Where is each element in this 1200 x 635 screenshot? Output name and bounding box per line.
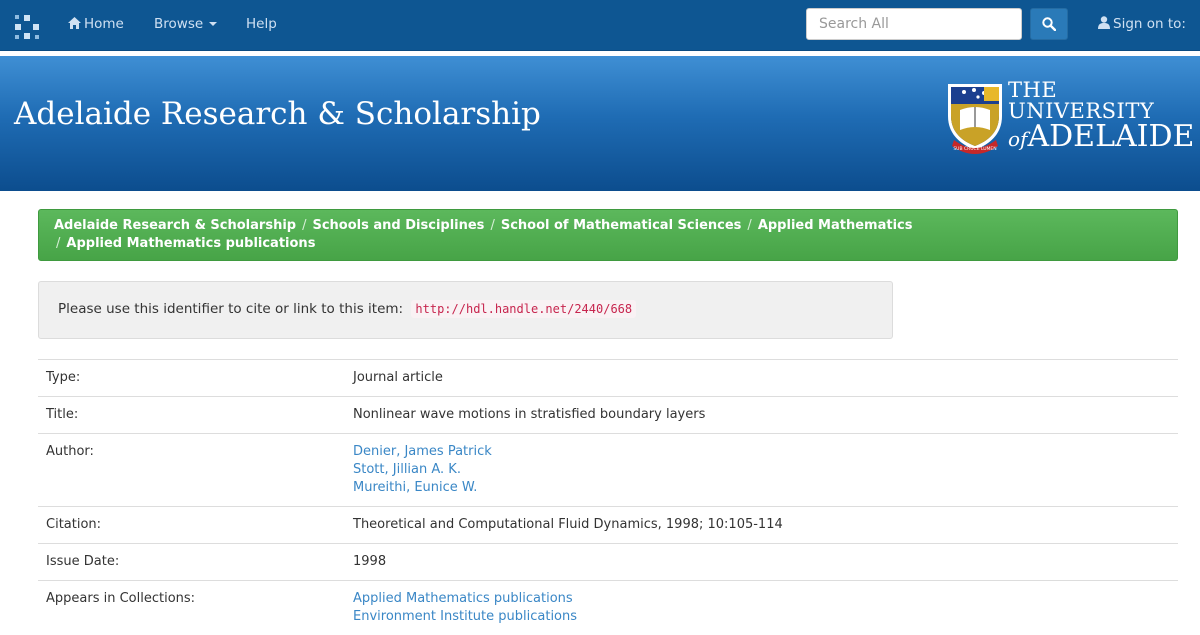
breadcrumb-item-school-math[interactable]: School of Mathematical Sciences <box>501 218 742 233</box>
breadcrumb-item-applied-math-publications[interactable]: Applied Mathematics publications <box>66 236 315 251</box>
home-icon <box>68 17 81 29</box>
collection-link[interactable]: Environment Institute publications <box>353 608 1170 626</box>
caret-down-icon <box>209 22 217 26</box>
breadcrumb-separator: / <box>747 218 751 233</box>
handle-url[interactable]: http://hdl.handle.net/2440/668 <box>411 300 636 318</box>
breadcrumb-item-home[interactable]: Adelaide Research & Scholarship <box>54 218 296 233</box>
search-input[interactable] <box>806 8 1022 40</box>
breadcrumb-item-schools[interactable]: Schools and Disciplines <box>312 218 484 233</box>
breadcrumb-separator: / <box>490 218 494 233</box>
author-link[interactable]: Stott, Jillian A. K. <box>353 461 1170 479</box>
university-wordmark[interactable]: THE UNIVERSITY ofADELAIDE <box>1008 80 1200 152</box>
table-row: Issue Date: 1998 <box>38 544 1178 581</box>
dspace-logo-icon[interactable] <box>14 14 40 40</box>
table-row: Type: Journal article <box>38 360 1178 397</box>
nav-home[interactable]: Home <box>68 16 124 32</box>
title-value: Nonlinear wave motions in stratisfied bo… <box>345 397 1178 434</box>
author-link[interactable]: Mureithi, Eunice W. <box>353 479 1170 497</box>
breadcrumb-separator: / <box>302 218 306 233</box>
collection-link[interactable]: Applied Mathematics publications <box>353 590 1170 608</box>
nav-home-label: Home <box>84 16 124 32</box>
table-row: Title: Nonlinear wave motions in stratis… <box>38 397 1178 434</box>
title-label: Title: <box>38 397 345 434</box>
search-button[interactable] <box>1030 8 1068 40</box>
breadcrumb-separator: / <box>56 236 60 251</box>
issue-date-label: Issue Date: <box>38 544 345 581</box>
top-navbar: Home Browse Help Sign on to: <box>0 0 1200 51</box>
user-icon <box>1098 16 1110 29</box>
author-link[interactable]: Denier, James Patrick <box>353 443 1170 461</box>
nav-help-label: Help <box>246 16 277 32</box>
table-row: Author: Denier, James Patrick Stott, Jil… <box>38 434 1178 507</box>
collections-list: Applied Mathematics publications Environ… <box>345 581 1178 635</box>
search-icon <box>1042 17 1056 31</box>
university-wordmark-line1: THE UNIVERSITY <box>1008 80 1200 122</box>
citation-label: Citation: <box>38 507 345 544</box>
author-label: Author: <box>38 434 345 507</box>
university-wordmark-of: of <box>1008 127 1027 151</box>
sign-in-dropdown[interactable]: Sign on to: <box>1098 16 1186 32</box>
collections-label: Appears in Collections: <box>38 581 345 635</box>
type-label: Type: <box>38 360 345 397</box>
citation-instruction: Please use this identifier to cite or li… <box>58 301 403 317</box>
citation-value: Theoretical and Computational Fluid Dyna… <box>345 507 1178 544</box>
university-wordmark-line2: ADELAIDE <box>1027 119 1194 154</box>
issue-date-value: 1998 <box>345 544 1178 581</box>
university-crest-icon[interactable]: SUB CRUCE LUMEN <box>944 82 1006 156</box>
breadcrumb-item-applied-math[interactable]: Applied Mathematics <box>758 218 913 233</box>
sign-in-label: Sign on to: <box>1113 16 1186 32</box>
breadcrumb: Adelaide Research & Scholarship / Schools … <box>38 209 1178 261</box>
citation-identifier-box: Please use this identifier to cite or li… <box>38 281 893 339</box>
nav-browse-dropdown[interactable]: Browse <box>154 16 217 32</box>
site-title[interactable]: Adelaide Research & Scholarship <box>14 96 541 132</box>
nav-browse-label: Browse <box>154 16 203 32</box>
type-value: Journal article <box>345 360 1178 397</box>
svg-text:SUB CRUCE LUMEN: SUB CRUCE LUMEN <box>953 146 996 152</box>
table-row: Appears in Collections: Applied Mathemat… <box>38 581 1178 635</box>
item-metadata-table: Type: Journal article Title: Nonlinear w… <box>38 359 1178 635</box>
header-banner: Adelaide Research & Scholarship SUB CRUC… <box>0 56 1200 191</box>
author-list: Denier, James Patrick Stott, Jillian A. … <box>345 434 1178 507</box>
nav-help[interactable]: Help <box>246 16 277 32</box>
table-row: Citation: Theoretical and Computational … <box>38 507 1178 544</box>
